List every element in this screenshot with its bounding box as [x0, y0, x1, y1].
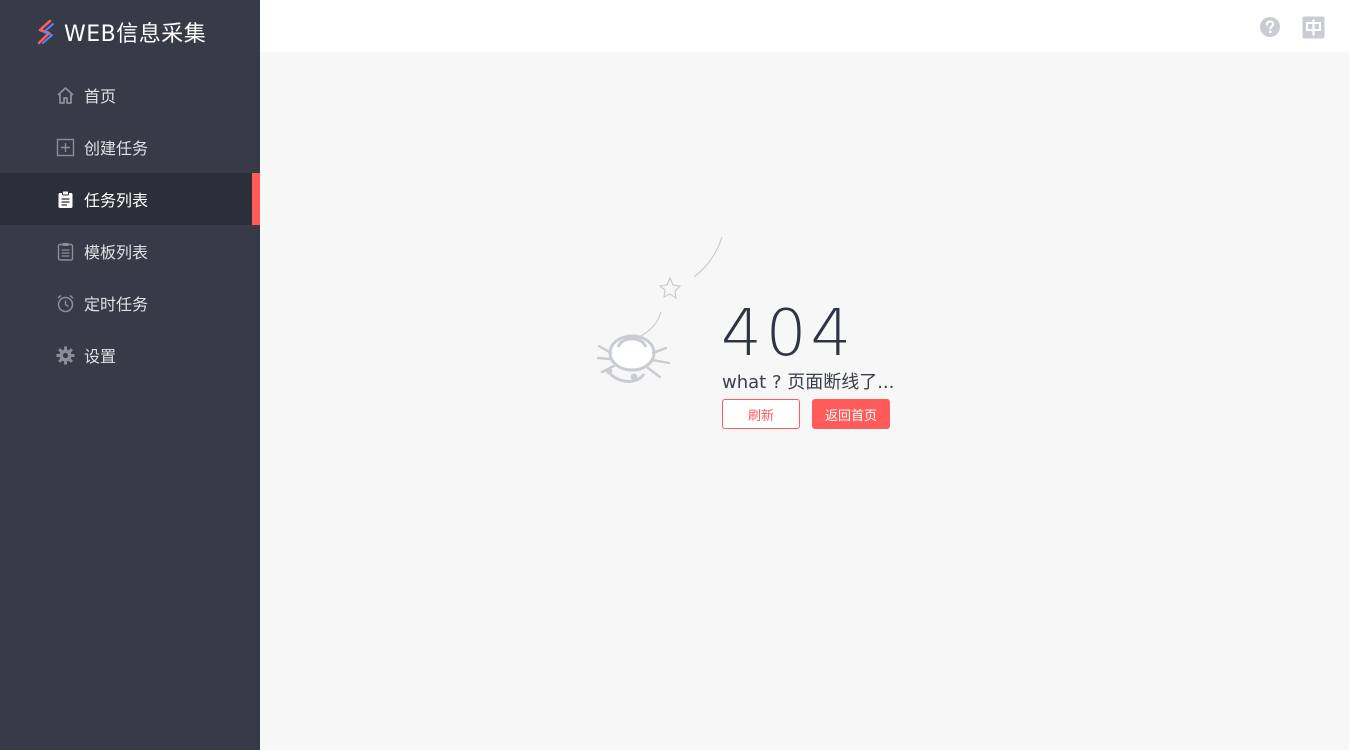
plus-square-icon [56, 138, 75, 157]
sidebar-menu: 首页 创建任务 任务列表 模板列表 定时任务 设置 [0, 69, 260, 381]
sidebar-item-label: 模板列表 [84, 243, 149, 262]
brand[interactable]: WEB信息采集 [36, 16, 206, 48]
sidebar-item-template-list[interactable]: 模板列表 [0, 225, 260, 277]
back-home-button[interactable]: 返回首页 [812, 399, 890, 429]
bug-illustration-icon [596, 236, 723, 383]
sidebar-item-label: 定时任务 [84, 295, 149, 314]
list-icon [56, 242, 75, 261]
sidebar-item-create-task[interactable]: 创建任务 [0, 121, 260, 173]
app-title: WEB信息采集 [64, 22, 207, 47]
clipboard-icon [56, 190, 75, 209]
main-content [260, 52, 1349, 750]
sidebar-item-label: 任务列表 [84, 191, 149, 210]
sidebar-item-scheduled-task[interactable]: 定时任务 [0, 277, 260, 329]
sidebar-item-label: 创建任务 [84, 139, 149, 158]
sidebar-item-label: 首页 [84, 87, 117, 106]
gear-icon [56, 346, 75, 365]
sidebar: WEB信息采集 首页 创建任务 任务列表 模板列表 定时任务 设置 [0, 0, 260, 750]
sidebar-item-task-list[interactable]: 任务列表 [0, 173, 260, 225]
home-icon [56, 86, 75, 105]
brand-logo-icon [37, 19, 54, 45]
question-circle-icon[interactable] [1259, 16, 1281, 38]
chinese-language-icon[interactable] [1302, 16, 1325, 39]
alarm-clock-icon [56, 294, 75, 313]
error-code: 404 [721, 297, 856, 371]
error-message: what ? 页面断线了... [722, 372, 895, 393]
sidebar-item-settings[interactable]: 设置 [0, 329, 260, 381]
sidebar-item-label: 设置 [84, 347, 117, 366]
sidebar-item-home[interactable]: 首页 [0, 69, 260, 121]
refresh-button[interactable]: 刷新 [722, 399, 800, 429]
top-header [260, 0, 1349, 52]
